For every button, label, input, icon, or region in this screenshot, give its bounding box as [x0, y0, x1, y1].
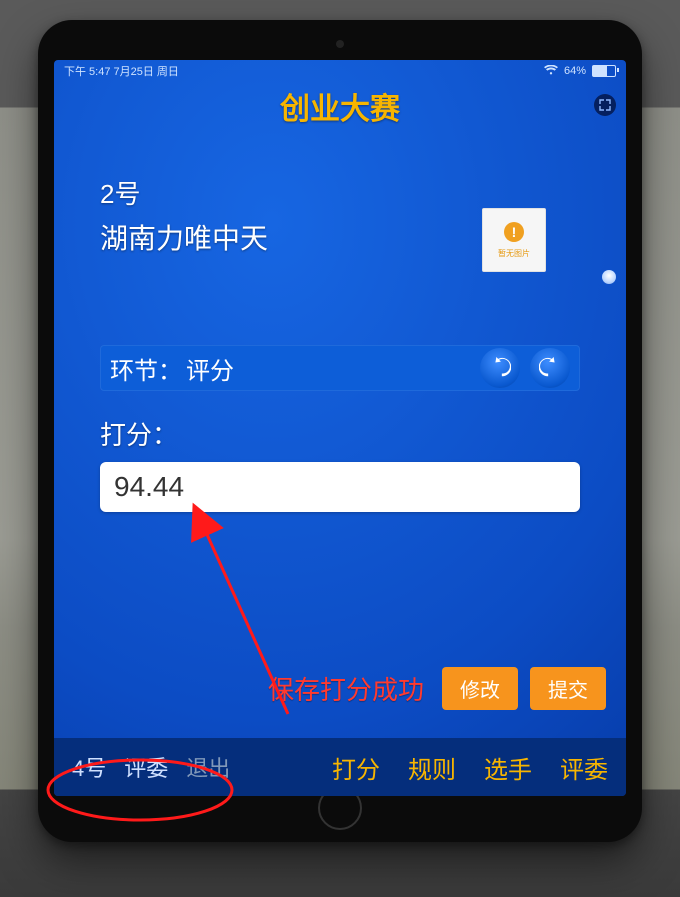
fullscreen-icon[interactable]: [594, 94, 616, 116]
stage-row: 环节： 评分: [100, 345, 580, 391]
wifi-icon: [544, 65, 558, 78]
tab-score[interactable]: 打分: [332, 750, 380, 785]
next-button[interactable]: [530, 348, 570, 388]
stage-label: 环节：: [110, 351, 182, 386]
warning-icon: !: [504, 222, 524, 242]
battery-icon: [592, 65, 616, 77]
footer-judge-number: 4号: [72, 751, 106, 783]
score-value: 94.44: [114, 471, 184, 503]
main-content: 2号 湖南力唯中天 ! 暂无图片 环节： 评分 打分： 94.44: [54, 128, 626, 512]
stage-value: 评分: [186, 351, 234, 386]
battery-percent: 64%: [564, 65, 586, 77]
score-input[interactable]: 94.44: [100, 462, 580, 512]
score-label: 打分：: [100, 415, 580, 452]
page-title: 创业大赛: [54, 84, 626, 128]
action-row: 保存打分成功 修改 提交: [54, 667, 626, 710]
screen: 下午 5:47 7月25日 周日 64% 创业大赛 2号 湖南力唯中天 ! 暂无…: [54, 60, 626, 796]
tab-contestants[interactable]: 选手: [484, 750, 532, 785]
contestant-number: 2号: [100, 174, 580, 211]
footer-judge-role: 评委: [124, 751, 168, 783]
prev-button[interactable]: [480, 348, 520, 388]
modify-button[interactable]: 修改: [442, 667, 518, 710]
save-success-toast: 保存打分成功: [268, 670, 424, 707]
contestant-thumbnail[interactable]: ! 暂无图片: [482, 208, 546, 272]
tab-judges[interactable]: 评委: [560, 750, 608, 785]
tab-rules[interactable]: 规则: [408, 750, 456, 785]
submit-button[interactable]: 提交: [530, 667, 606, 710]
thumbnail-caption: 暂无图片: [498, 248, 530, 259]
status-time: 下午 5:47 7月25日 周日: [64, 63, 179, 79]
tablet-frame: 下午 5:47 7月25日 周日 64% 创业大赛 2号 湖南力唯中天 ! 暂无…: [38, 20, 642, 842]
front-camera: [336, 40, 344, 48]
side-indicator-icon[interactable]: [602, 270, 616, 284]
exit-button[interactable]: 退出: [186, 751, 230, 783]
footer-bar: 4号 评委 退出 打分 规则 选手 评委: [54, 738, 626, 796]
status-bar: 下午 5:47 7月25日 周日 64%: [54, 60, 626, 82]
